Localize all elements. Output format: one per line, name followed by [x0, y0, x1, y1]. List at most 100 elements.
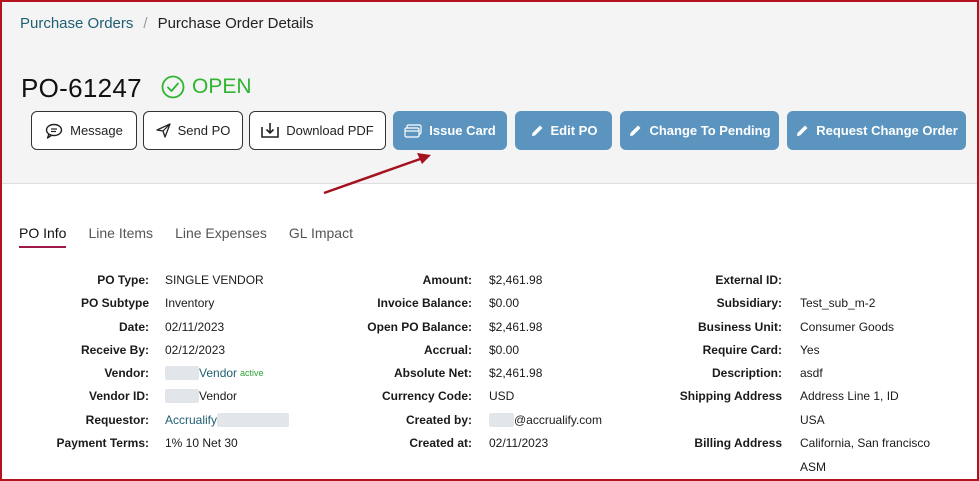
- download-pdf-button-label: Download PDF: [286, 123, 374, 138]
- issue-card-button-label: Issue Card: [429, 123, 496, 138]
- description-label: Description:: [711, 366, 782, 380]
- accrual-row: Accrual: $0.00: [332, 343, 519, 357]
- require-card-value: Yes: [800, 343, 820, 357]
- check-circle-icon: [161, 75, 192, 99]
- invoice-balance-row: Invoice Balance: $0.00: [332, 296, 519, 310]
- amount-value: $2,461.98: [489, 273, 543, 287]
- date-row: Date: 02/11/2023: [32, 320, 224, 334]
- currency-code-row: Currency Code: USD: [332, 389, 514, 403]
- billing-address-row: Billing Address California, San francisc…: [642, 436, 930, 450]
- payment-terms-value: 1% 10 Net 30: [165, 436, 238, 450]
- created-by-label: Created by:: [405, 413, 472, 427]
- pencil-icon: [628, 124, 642, 138]
- issue-card-button[interactable]: Issue Card: [393, 111, 507, 150]
- redacted-text: [489, 413, 514, 427]
- shipping-address-line1: Address Line 1, ID: [800, 389, 899, 403]
- business-unit-value: Consumer Goods: [800, 320, 895, 334]
- accrual-label: Accrual:: [423, 343, 472, 357]
- status-text: OPEN: [192, 75, 252, 98]
- header-area: Purchase Orders / Purchase Order Details…: [2, 2, 977, 184]
- absolute-net-value: $2,461.98: [489, 366, 543, 380]
- tab-line-expenses[interactable]: Line Expenses: [175, 225, 267, 247]
- open-po-balance-row: Open PO Balance: $2,461.98: [332, 320, 542, 334]
- currency-code-label: Currency Code:: [381, 389, 472, 403]
- subsidiary-value: Test_sub_m-2: [800, 296, 876, 310]
- shipping-address-line2-row: USA: [800, 413, 825, 427]
- amount-row: Amount: $2,461.98: [332, 273, 543, 287]
- billing-address-line2: ASM: [800, 460, 827, 474]
- pencil-icon: [795, 124, 809, 138]
- absolute-net-row: Absolute Net: $2,461.98: [332, 366, 542, 380]
- tab-line-items[interactable]: Line Items: [88, 225, 153, 247]
- created-by-row: Created by: @accrualify.com: [332, 413, 602, 427]
- speech-bubble-icon: [45, 123, 63, 139]
- subsidiary-label: Subsidiary:: [716, 296, 782, 310]
- require-card-row: Require Card: Yes: [642, 343, 820, 357]
- edit-po-button[interactable]: Edit PO: [515, 111, 612, 150]
- po-type-label: PO Type:: [97, 273, 149, 287]
- requestor-label: Requestor:: [85, 413, 149, 427]
- business-unit-label: Business Unit:: [697, 320, 782, 334]
- billing-address-label: Billing Address: [694, 436, 782, 450]
- description-row: Description: asdf: [642, 366, 823, 380]
- currency-code-value: USD: [489, 389, 515, 403]
- shipping-address-line2: USA: [800, 413, 825, 427]
- change-to-pending-button-label: Change To Pending: [649, 123, 771, 138]
- request-change-order-button[interactable]: Request Change Order: [787, 111, 966, 150]
- breadcrumb: Purchase Orders / Purchase Order Details: [20, 15, 313, 32]
- requestor-row: Requestor: Accrualify: [32, 413, 290, 427]
- po-type-row: PO Type: SINGLE VENDOR: [32, 273, 264, 287]
- vendor-id-value: Vendor: [199, 389, 238, 403]
- download-icon: [261, 122, 280, 139]
- paper-plane-icon: [155, 123, 171, 138]
- billing-address-line2-row: ASM: [800, 460, 826, 474]
- tab-po-info[interactable]: PO Info: [19, 225, 67, 248]
- vendor-link[interactable]: Vendor: [199, 366, 237, 380]
- business-unit-row: Business Unit: Consumer Goods: [642, 320, 894, 334]
- open-po-balance-value: $2,461.98: [489, 320, 543, 334]
- receive-by-value: 02/12/2023: [165, 343, 226, 357]
- created-at-row: Created at: 02/11/2023: [332, 436, 548, 450]
- vendor-id-row: Vendor ID: Vendor: [32, 389, 237, 403]
- vendor-active-badge: active: [240, 368, 264, 378]
- breadcrumb-separator: /: [143, 15, 148, 32]
- vendor-id-label: Vendor ID:: [88, 389, 149, 403]
- tab-gl-impact[interactable]: GL Impact: [289, 225, 353, 247]
- download-pdf-button[interactable]: Download PDF: [249, 111, 386, 150]
- redacted-text: [217, 413, 290, 427]
- send-po-button[interactable]: Send PO: [143, 111, 243, 150]
- created-at-value: 02/11/2023: [489, 436, 549, 450]
- accrual-value: $0.00: [489, 343, 520, 357]
- screenshot-frame: Purchase Orders / Purchase Order Details…: [0, 0, 979, 481]
- status-badge: OPEN: [161, 75, 252, 99]
- amount-label: Amount:: [422, 273, 472, 287]
- payment-terms-label: Payment Terms:: [56, 436, 149, 450]
- invoice-balance-value: $0.00: [489, 296, 520, 310]
- date-label: Date:: [118, 320, 149, 334]
- request-change-order-button-label: Request Change Order: [816, 123, 958, 138]
- page-title: PO-61247: [21, 73, 142, 103]
- vendor-label: Vendor:: [104, 366, 149, 380]
- requestor-link[interactable]: Accrualify: [165, 413, 217, 427]
- po-subtype-row: PO Subtype Inventory: [32, 296, 214, 310]
- breadcrumb-purchase-orders[interactable]: Purchase Orders: [20, 15, 133, 32]
- po-subtype-value: Inventory: [165, 296, 215, 310]
- shipping-address-label: Shipping Address: [679, 389, 782, 403]
- redacted-text: [165, 366, 199, 380]
- external-id-label: External ID:: [715, 273, 782, 287]
- absolute-net-label: Absolute Net:: [394, 366, 472, 380]
- breadcrumb-current: Purchase Order Details: [157, 15, 314, 32]
- receive-by-row: Receive By: 02/12/2023: [32, 343, 225, 357]
- card-icon: [404, 123, 422, 138]
- subsidiary-row: Subsidiary: Test_sub_m-2: [642, 296, 876, 310]
- tab-bar: PO Info Line Items Line Expenses GL Impa…: [19, 225, 375, 248]
- date-value: 02/11/2023: [165, 320, 225, 334]
- message-button[interactable]: Message: [31, 111, 137, 150]
- send-po-button-label: Send PO: [177, 123, 231, 138]
- description-value: asdf: [800, 366, 823, 380]
- message-button-label: Message: [70, 123, 123, 138]
- change-to-pending-button[interactable]: Change To Pending: [620, 111, 779, 150]
- billing-address-line1: California, San francisco: [800, 436, 931, 450]
- invoice-balance-label: Invoice Balance:: [377, 296, 472, 310]
- payment-terms-row: Payment Terms: 1% 10 Net 30: [32, 436, 238, 450]
